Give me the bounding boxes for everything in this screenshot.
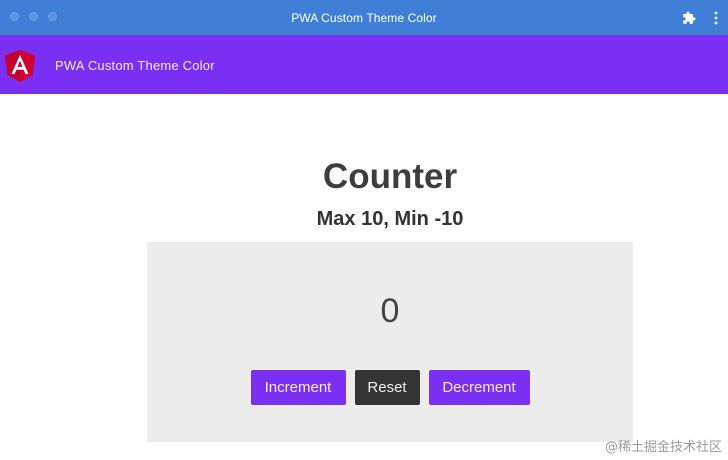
reset-button[interactable]: Reset	[354, 370, 420, 405]
counter-button-row: Increment Reset Decrement	[147, 370, 633, 405]
angular-logo-icon	[5, 50, 35, 82]
window-titlebar: PWA Custom Theme Color	[0, 0, 728, 35]
window-minimize-button[interactable]	[29, 12, 38, 21]
window-controls	[10, 12, 57, 21]
extension-icon[interactable]	[682, 11, 696, 25]
watermark: @稀土掘金技术社区	[604, 440, 722, 455]
more-vert-icon[interactable]	[714, 11, 718, 25]
titlebar-actions	[682, 0, 718, 35]
app-title: PWA Custom Theme Color	[55, 58, 215, 73]
window-maximize-button[interactable]	[48, 12, 57, 21]
counter-panel: 0 Increment Reset Decrement	[147, 242, 633, 442]
counter-value: 0	[380, 292, 400, 330]
increment-button[interactable]: Increment	[250, 370, 346, 405]
page-title: Counter	[322, 157, 458, 196]
counter-limits-subtitle: Max 10, Min -10	[316, 208, 464, 230]
window-title: PWA Custom Theme Color	[291, 10, 437, 25]
window-close-button[interactable]	[10, 12, 19, 21]
decrement-button[interactable]: Decrement	[428, 370, 530, 405]
app-toolbar: PWA Custom Theme Color	[0, 35, 728, 94]
